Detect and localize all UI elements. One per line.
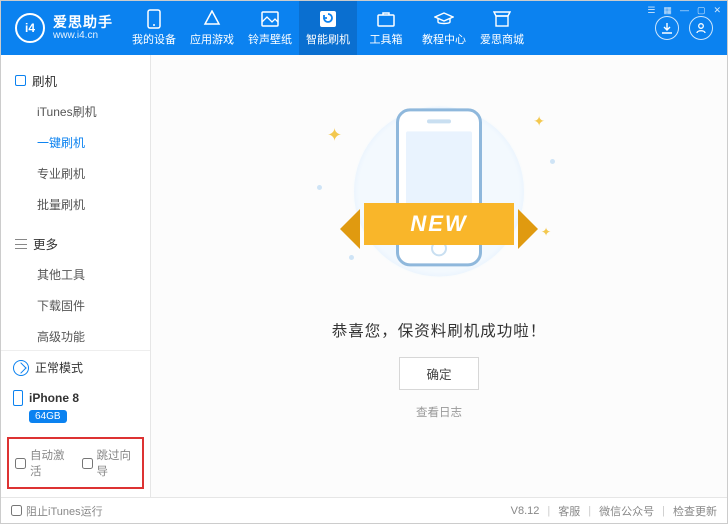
- download-button[interactable]: [655, 16, 679, 40]
- menu-icon: [15, 239, 27, 249]
- skin-icon[interactable]: ▦: [663, 5, 672, 16]
- tab-mall[interactable]: 爱思商城: [473, 1, 531, 55]
- sidebar-item-batch-flash[interactable]: 批量刷机: [1, 189, 150, 220]
- phone-icon: [13, 390, 23, 406]
- tab-label: 智能刷机: [306, 31, 350, 47]
- star-icon: ✦: [327, 125, 342, 146]
- main-content: ✦ ✦ ✦ NEW 恭喜您，保资料刷机成功啦！ 确定 查看日志: [151, 55, 727, 497]
- device-name: iPhone 8: [29, 391, 79, 405]
- flash-options: 自动激活 跳过向导: [7, 437, 144, 489]
- support-link[interactable]: 客服: [558, 503, 580, 519]
- tab-device[interactable]: 我的设备: [125, 1, 183, 55]
- option-label: 自动激活: [30, 447, 70, 479]
- image-icon: [260, 9, 280, 29]
- tab-flash[interactable]: 智能刷机: [299, 1, 357, 55]
- view-log-link[interactable]: 查看日志: [416, 404, 462, 420]
- storage-badge: 64GB: [29, 410, 67, 423]
- app-site: www.i4.cn: [53, 30, 113, 41]
- tab-label: 铃声壁纸: [248, 31, 292, 47]
- tab-label: 爱思商城: [480, 31, 524, 47]
- option-skip-guide[interactable]: 跳过向导: [82, 447, 137, 479]
- device-mode[interactable]: 正常模式: [1, 351, 150, 384]
- device-info[interactable]: iPhone 8 64GB: [1, 384, 150, 433]
- logo-icon: i4: [15, 13, 45, 43]
- sidebar-group-label: 更多: [33, 234, 58, 253]
- shop-icon: [492, 9, 512, 29]
- option-auto-activate[interactable]: 自动激活: [15, 447, 70, 479]
- mode-icon: [13, 360, 29, 376]
- sidebar-item-other-tools[interactable]: 其他工具: [1, 259, 150, 290]
- check-update-link[interactable]: 检查更新: [673, 503, 717, 519]
- tab-label: 我的设备: [132, 31, 176, 47]
- maximize-icon[interactable]: ▢: [697, 5, 706, 16]
- sidebar-group-label: 刷机: [32, 71, 57, 90]
- tab-label: 工具箱: [370, 31, 403, 47]
- header-right: [655, 16, 727, 40]
- success-message: 恭喜您，保资料刷机成功啦！: [332, 319, 547, 341]
- tab-tutorial[interactable]: 教程中心: [415, 1, 473, 55]
- refresh-icon: [318, 9, 338, 29]
- option-label: 跳过向导: [97, 447, 137, 479]
- app-logo: i4 爱思助手 www.i4.cn: [1, 13, 125, 43]
- block-itunes-label: 阻止iTunes运行: [26, 503, 103, 519]
- sidebar-item-itunes-flash[interactable]: iTunes刷机: [1, 96, 150, 127]
- star-icon: ✦: [533, 113, 545, 130]
- ribbon-text: NEW: [364, 203, 514, 245]
- version-label: V8.12: [511, 505, 540, 517]
- status-bar: 阻止iTunes运行 V8.12 | 客服 | 微信公众号 | 检查更新: [1, 497, 727, 523]
- app-header: ☰ ▦ — ▢ ✕ i4 爱思助手 www.i4.cn 我的设备 应用游戏: [1, 1, 727, 55]
- app-title: 爱思助手: [53, 15, 113, 30]
- tab-ringtone[interactable]: 铃声壁纸: [241, 1, 299, 55]
- sidebar: 刷机 iTunes刷机 一键刷机 专业刷机 批量刷机 更多 其他工具 下载固件 …: [1, 55, 151, 497]
- star-icon: ✦: [541, 225, 551, 239]
- success-illustration: ✦ ✦ ✦ NEW: [309, 105, 569, 295]
- tab-label: 教程中心: [422, 31, 466, 47]
- wechat-link[interactable]: 微信公众号: [599, 503, 654, 519]
- block-itunes-option[interactable]: 阻止iTunes运行: [11, 503, 103, 519]
- hat-icon: [434, 9, 454, 29]
- briefcase-icon: [376, 9, 396, 29]
- sidebar-item-download-firmware[interactable]: 下载固件: [1, 290, 150, 321]
- ok-button[interactable]: 确定: [399, 357, 478, 390]
- phone-icon: [144, 9, 164, 29]
- account-button[interactable]: [689, 16, 713, 40]
- sidebar-group-more[interactable]: 更多: [1, 228, 150, 259]
- minimize-icon[interactable]: —: [680, 5, 689, 16]
- sidebar-item-advanced[interactable]: 高级功能: [1, 321, 150, 350]
- top-tabs: 我的设备 应用游戏 铃声壁纸 智能刷机 工具箱 教程中心: [125, 1, 531, 55]
- menu-icon[interactable]: ☰: [647, 5, 655, 16]
- close-icon[interactable]: ✕: [713, 5, 721, 16]
- auto-activate-checkbox[interactable]: [15, 458, 26, 469]
- sidebar-item-pro-flash[interactable]: 专业刷机: [1, 158, 150, 189]
- square-icon: [15, 75, 26, 86]
- tab-toolbox[interactable]: 工具箱: [357, 1, 415, 55]
- skip-guide-checkbox[interactable]: [82, 458, 93, 469]
- tab-label: 应用游戏: [190, 31, 234, 47]
- new-ribbon: NEW: [364, 203, 514, 245]
- app-icon: [202, 9, 222, 29]
- mode-label: 正常模式: [35, 359, 83, 376]
- tab-games[interactable]: 应用游戏: [183, 1, 241, 55]
- sidebar-item-oneclick-flash[interactable]: 一键刷机: [1, 127, 150, 158]
- block-itunes-checkbox[interactable]: [11, 505, 22, 516]
- sidebar-group-flash[interactable]: 刷机: [1, 65, 150, 96]
- window-controls: ☰ ▦ — ▢ ✕: [647, 5, 721, 16]
